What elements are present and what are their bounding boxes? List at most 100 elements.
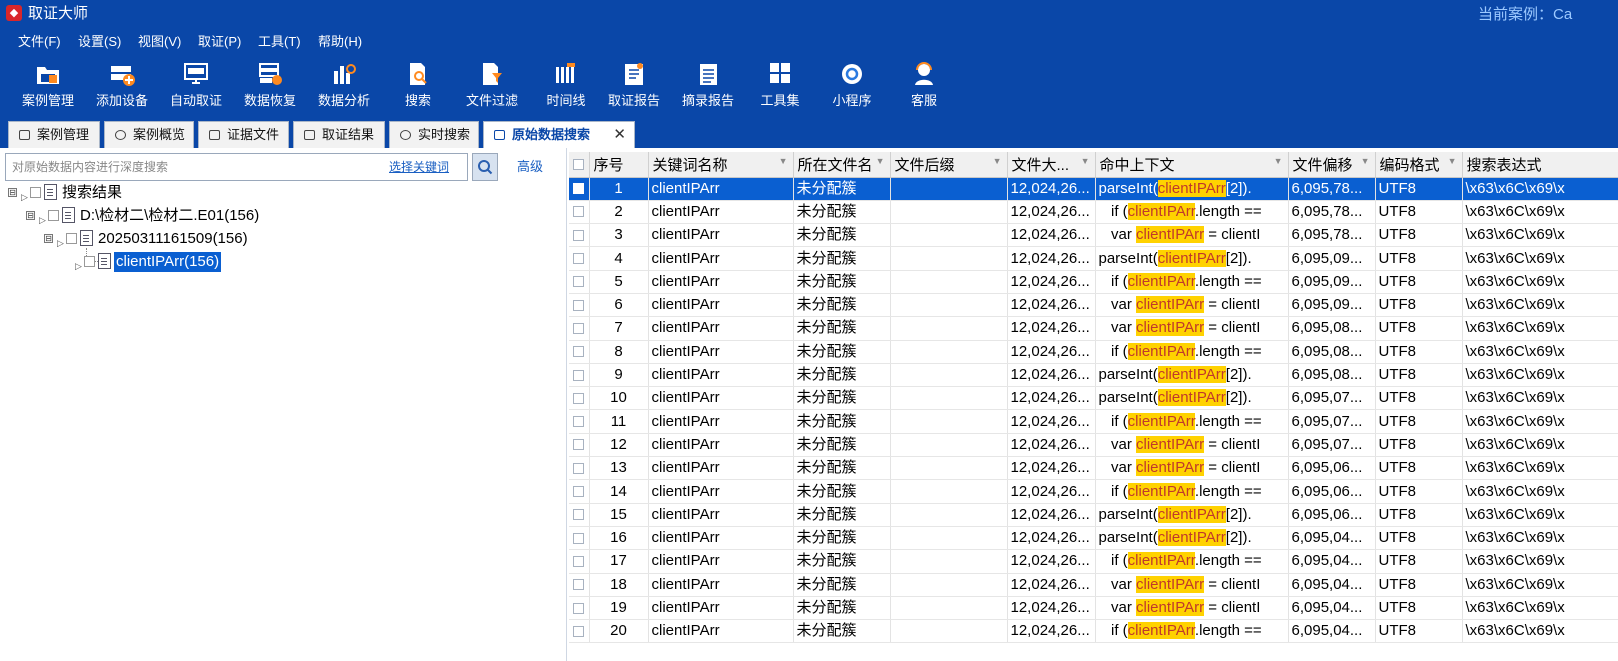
select-keyword-link[interactable]: 选择关键词: [389, 159, 449, 175]
row-checkbox[interactable]: [573, 369, 584, 381]
table-row[interactable]: 13 clientIPArr 未分配簇 12,024,26... var client…: [569, 456, 1618, 481]
toolbar-data-recovery-button[interactable]: 数据恢复: [232, 56, 308, 118]
column-header-expression[interactable]: 搜索表达式: [1462, 152, 1618, 178]
table-row[interactable]: 12 clientIPArr 未分配簇 12,024,26... var client…: [569, 433, 1618, 458]
collapse-icon[interactable]: ⊟: [26, 211, 35, 220]
tree-checkbox[interactable]: [66, 233, 77, 244]
column-header-filename[interactable]: 所在文件名 ▼: [793, 152, 891, 178]
toolbar-case-management-button[interactable]: 案例管理: [10, 56, 86, 118]
column-header-keyword[interactable]: 关键词名称 ▼: [648, 152, 794, 178]
row-checkbox-cell[interactable]: [569, 596, 590, 621]
row-checkbox-cell[interactable]: [569, 340, 590, 364]
table-row[interactable]: 20 clientIPArr 未分配簇 12,024,26... if (client…: [569, 619, 1618, 644]
row-checkbox[interactable]: [573, 602, 584, 614]
header-select-all[interactable]: [569, 152, 590, 178]
menu-view[interactable]: 视图(V): [138, 34, 181, 50]
filter-icon[interactable]: ▼: [1274, 156, 1283, 166]
filter-icon[interactable]: ▼: [1081, 156, 1090, 166]
row-checkbox[interactable]: [573, 229, 584, 241]
row-checkbox-cell[interactable]: [569, 270, 590, 294]
row-checkbox[interactable]: [573, 439, 584, 451]
menu-settings[interactable]: 设置(S): [78, 34, 121, 50]
search-button[interactable]: [472, 153, 498, 181]
column-header-offset[interactable]: 文件偏移 ▼: [1288, 152, 1376, 178]
column-header-context[interactable]: 命中上下文 ▼: [1095, 152, 1289, 178]
table-row[interactable]: 14 clientIPArr 未分配簇 12,024,26... if (client…: [569, 479, 1618, 504]
table-row[interactable]: 17 clientIPArr 未分配簇 12,024,26... if (client…: [569, 549, 1618, 574]
toolbar-toolset-button[interactable]: 工具集: [742, 56, 818, 118]
row-checkbox[interactable]: [573, 392, 584, 404]
tree-checkbox[interactable]: [30, 187, 41, 198]
row-checkbox[interactable]: [573, 509, 584, 521]
column-header-index[interactable]: 序号: [589, 152, 649, 178]
table-row[interactable]: 4 clientIPArr 未分配簇 12,024,26... parseInt(cli…: [569, 246, 1618, 271]
close-tab-icon[interactable]: ✕: [613, 122, 626, 147]
row-checkbox[interactable]: [573, 206, 584, 218]
deep-search-input[interactable]: [12, 154, 372, 180]
collapse-icon[interactable]: ⊟: [8, 188, 17, 197]
toolbar-search-button[interactable]: 搜索: [380, 56, 456, 118]
menu-file[interactable]: 文件(F): [18, 34, 61, 50]
select-all-checkbox[interactable]: [573, 159, 584, 171]
filter-icon[interactable]: ▼: [1448, 156, 1457, 166]
row-checkbox-cell[interactable]: [569, 363, 590, 388]
row-checkbox[interactable]: [573, 346, 584, 358]
filter-icon[interactable]: ▼: [779, 156, 788, 166]
row-checkbox-cell[interactable]: [569, 200, 590, 225]
row-checkbox-cell[interactable]: [569, 246, 590, 271]
tree-checkbox[interactable]: [48, 210, 59, 221]
column-header-filesize[interactable]: 文件大... ▼: [1007, 152, 1096, 178]
tab-forensics-results[interactable]: 取证结果: [293, 121, 385, 148]
row-checkbox-cell[interactable]: [569, 386, 590, 411]
filter-icon[interactable]: ▼: [993, 156, 1002, 166]
tab-realtime-search[interactable]: 实时搜索: [389, 121, 479, 148]
toolbar-add-device-button[interactable]: 添加设备: [84, 56, 160, 118]
row-checkbox[interactable]: [573, 299, 584, 311]
table-row[interactable]: 19 clientIPArr 未分配簇 12,024,26... var client…: [569, 596, 1618, 621]
row-checkbox-cell[interactable]: [569, 479, 590, 504]
row-checkbox-cell[interactable]: [569, 177, 590, 201]
row-checkbox-cell[interactable]: [569, 456, 590, 481]
menu-forensics[interactable]: 取证(P): [198, 34, 241, 50]
advanced-search-link[interactable]: 高级: [517, 159, 543, 175]
row-checkbox-cell[interactable]: [569, 316, 590, 341]
row-checkbox-cell[interactable]: [569, 433, 590, 458]
table-row[interactable]: 9 clientIPArr 未分配簇 12,024,26... parseInt(cli…: [569, 363, 1618, 388]
row-checkbox[interactable]: [573, 579, 584, 591]
row-checkbox-cell[interactable]: [569, 409, 590, 434]
table-row[interactable]: 5 clientIPArr 未分配簇 12,024,26... if (clientI…: [569, 270, 1618, 294]
tree-checkbox[interactable]: [84, 256, 95, 267]
row-checkbox[interactable]: [573, 183, 584, 195]
row-checkbox[interactable]: [573, 462, 584, 474]
toolbar-timeline-button[interactable]: 时间线: [528, 56, 604, 118]
row-checkbox[interactable]: [573, 322, 584, 334]
table-row[interactable]: 10 clientIPArr 未分配簇 12,024,26... parseInt(cl…: [569, 386, 1618, 411]
row-checkbox-cell[interactable]: [569, 573, 590, 597]
row-checkbox[interactable]: [573, 625, 584, 637]
table-row[interactable]: 8 clientIPArr 未分配簇 12,024,26... if (clientI…: [569, 340, 1618, 364]
collapse-icon[interactable]: ⊟: [44, 234, 53, 243]
toolbar-data-analysis-button[interactable]: 数据分析: [306, 56, 382, 118]
table-row[interactable]: 3 clientIPArr 未分配簇 12,024,26... var clientI…: [569, 223, 1618, 248]
column-header-encoding[interactable]: 编码格式 ▼: [1375, 152, 1463, 178]
row-checkbox[interactable]: [573, 555, 584, 567]
menu-tools[interactable]: 工具(T): [258, 34, 301, 50]
row-checkbox-cell[interactable]: [569, 526, 590, 551]
table-row[interactable]: 2 clientIPArr 未分配簇 12,024,26... if (clientI…: [569, 200, 1618, 225]
toolbar-customer-service-button[interactable]: 客服: [886, 56, 962, 118]
tab-evidence-files[interactable]: 证据文件: [198, 121, 289, 148]
toolbar-excerpt-report-button[interactable]: 摘录报告: [670, 56, 746, 118]
table-row[interactable]: 7 clientIPArr 未分配簇 12,024,26... var clientI…: [569, 316, 1618, 341]
toolbar-file-filter-button[interactable]: 文件过滤: [454, 56, 530, 118]
table-row[interactable]: 1 clientIPArr 未分配簇 12,024,26... parseInt(cli…: [569, 177, 1618, 201]
table-row[interactable]: 16 clientIPArr 未分配簇 12,024,26... parseInt(cl…: [569, 526, 1618, 551]
row-checkbox-cell[interactable]: [569, 293, 590, 318]
row-checkbox[interactable]: [573, 486, 584, 498]
row-checkbox[interactable]: [573, 532, 584, 544]
filter-icon[interactable]: ▼: [1361, 156, 1370, 166]
column-header-extension[interactable]: 文件后缀 ▼: [890, 152, 1008, 178]
table-row[interactable]: 18 clientIPArr 未分配簇 12,024,26... var client…: [569, 573, 1618, 597]
row-checkbox[interactable]: [573, 253, 584, 265]
table-row[interactable]: 6 clientIPArr 未分配簇 12,024,26... var clientI…: [569, 293, 1618, 318]
table-row[interactable]: 11 clientIPArr 未分配簇 12,024,26... if (client…: [569, 409, 1618, 434]
